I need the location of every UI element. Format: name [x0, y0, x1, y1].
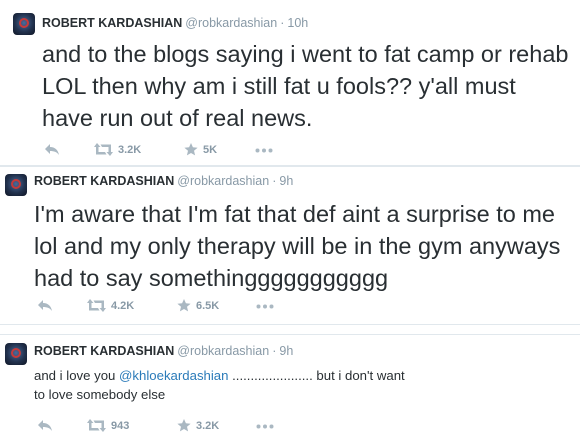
- tweet-text: I'm aware that I'm fat that def aint a s…: [34, 201, 561, 291]
- tweet-text-start: and i love you: [34, 368, 120, 383]
- reply-button[interactable]: [37, 419, 53, 432]
- retweet-button[interactable]: 4.2K: [87, 299, 134, 312]
- favorite-count: 5K: [203, 143, 218, 156]
- avatar[interactable]: [5, 174, 27, 196]
- timestamp[interactable]: 9h: [279, 344, 293, 358]
- timestamp[interactable]: 10h: [287, 16, 308, 30]
- tweet-text: and i love you @khloekardashian ........…: [34, 366, 414, 404]
- tweet-actions: 3.2K 5K: [44, 143, 304, 159]
- tweet-header: ROBERT KARDASHIAN @robkardashian · 10h: [42, 16, 308, 30]
- retweet-icon: [87, 419, 106, 432]
- more-icon: [256, 424, 274, 429]
- author-name[interactable]: ROBERT KARDASHIAN: [34, 344, 174, 358]
- author-name[interactable]: ROBERT KARDASHIAN: [34, 174, 174, 188]
- star-icon: [177, 299, 191, 312]
- author-handle[interactable]: @robkardashian: [177, 344, 269, 358]
- star-icon: [184, 143, 198, 156]
- tweet-actions: 4.2K 6.5K: [37, 299, 297, 315]
- separator: ·: [272, 174, 277, 188]
- reply-button[interactable]: [44, 143, 60, 156]
- reply-icon: [45, 144, 59, 155]
- retweet-icon: [87, 299, 106, 312]
- more-button[interactable]: [255, 148, 273, 153]
- more-icon: [255, 148, 273, 153]
- avatar[interactable]: [13, 13, 35, 35]
- retweet-count: 3.2K: [118, 143, 142, 156]
- tweet: ROBERT KARDASHIAN @robkardashian · 9h and i…: [0, 334, 580, 446]
- reply-icon: [38, 420, 52, 431]
- avatar[interactable]: [5, 343, 27, 365]
- tweet-header: ROBERT KARDASHIAN @robkardashian · 9h: [34, 174, 293, 188]
- mention-link[interactable]: @khloekardashian: [119, 368, 228, 383]
- favorite-button[interactable]: 5K: [184, 143, 217, 156]
- author-handle[interactable]: @robkardashian: [177, 174, 269, 188]
- tweet-actions: 943 3.2K: [37, 419, 297, 435]
- tweet: ROBERT KARDASHIAN @robkardashian · 10h and …: [0, 0, 580, 166]
- author-handle[interactable]: @robkardashian: [185, 16, 277, 30]
- favorite-count: 3.2K: [196, 419, 220, 432]
- author-name[interactable]: ROBERT KARDASHIAN: [42, 16, 182, 30]
- more-button[interactable]: [256, 304, 274, 309]
- timestamp[interactable]: 9h: [279, 174, 293, 188]
- favorite-button[interactable]: 6.5K: [177, 299, 219, 312]
- favorite-count: 6.5K: [196, 299, 220, 312]
- tweet-header: ROBERT KARDASHIAN @robkardashian · 9h: [34, 344, 293, 358]
- star-icon: [177, 419, 191, 432]
- retweet-button[interactable]: 3.2K: [94, 143, 141, 156]
- more-icon: [256, 304, 274, 309]
- separator: ·: [280, 16, 285, 30]
- retweet-count: 943: [111, 419, 130, 432]
- tweet-text: and to the blogs saying i went to fat ca…: [42, 41, 569, 131]
- reply-button[interactable]: [37, 299, 53, 312]
- reply-icon: [38, 300, 52, 311]
- retweet-count: 4.2K: [111, 299, 135, 312]
- separator: ·: [272, 344, 277, 358]
- tweet: ROBERT KARDASHIAN @robkardashian · 9h I'm a…: [0, 166, 580, 325]
- more-button[interactable]: [256, 424, 274, 429]
- retweet-button[interactable]: 943: [87, 419, 129, 432]
- favorite-button[interactable]: 3.2K: [177, 419, 219, 432]
- retweet-icon: [94, 143, 113, 156]
